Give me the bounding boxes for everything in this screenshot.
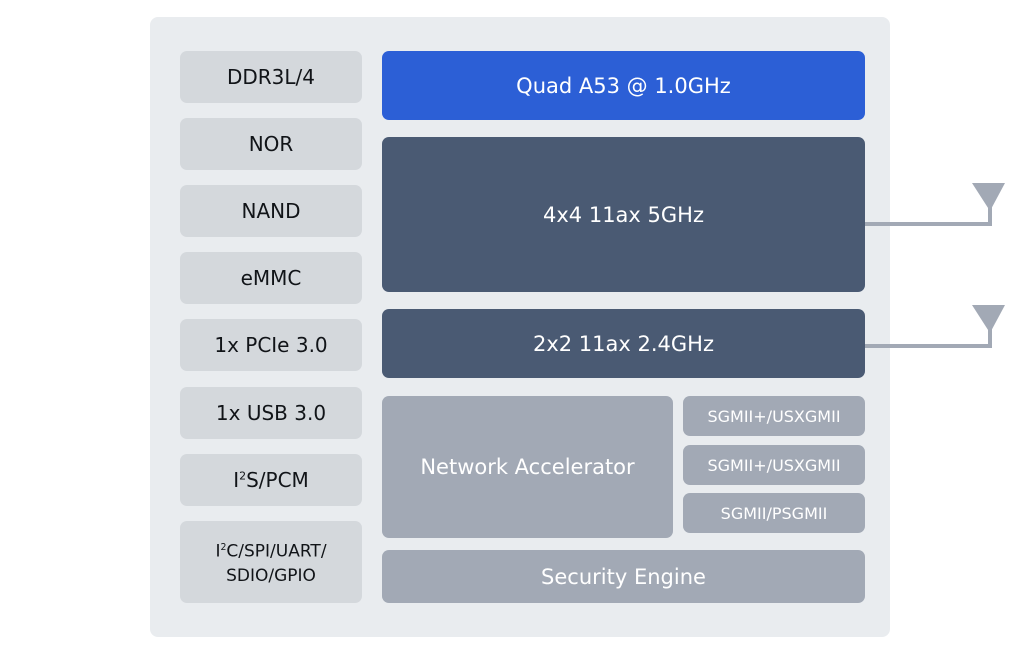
antenna-icon: [865, 305, 1005, 348]
antenna-connectors: [865, 183, 1005, 348]
antenna-icon: [865, 183, 1005, 226]
